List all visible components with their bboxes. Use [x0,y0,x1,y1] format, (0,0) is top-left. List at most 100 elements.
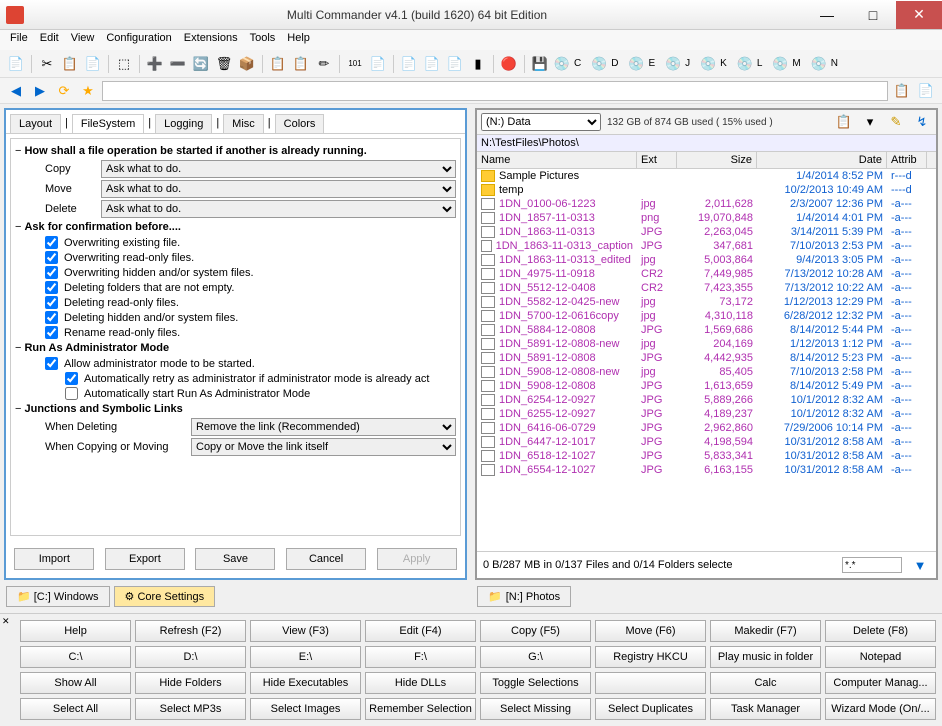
chk-admin-retry[interactable] [65,372,78,385]
binary-icon[interactable]: 101 [345,54,365,74]
file-row[interactable]: 1DN_1863-11-0313JPG2,263,0453/14/2011 5:… [477,225,936,239]
apply-button[interactable]: Apply [377,548,457,570]
forward-icon[interactable]: ▶ [30,81,50,101]
tool5-icon[interactable]: ▮ [468,54,488,74]
chk-confirm-5[interactable] [45,311,58,324]
file-row[interactable]: 1DN_6255-12-0927JPG4,189,23710/1/2012 8:… [477,407,936,421]
select-icon[interactable]: ⬚ [114,54,134,74]
cmd-button[interactable]: D:\ [135,646,246,668]
history-icon[interactable]: ⟳ [54,81,74,101]
drive-list-icon[interactable]: 💾 [530,54,550,74]
drive-E-icon[interactable]: 💿 [626,54,646,74]
refresh-icon[interactable]: 🔄 [191,54,211,74]
tab-colors[interactable]: Colors [275,114,325,133]
file-row[interactable]: 1DN_5884-12-0808JPG1,569,6868/14/2012 5:… [477,323,936,337]
drive-select[interactable]: (N:) Data [481,113,601,131]
cmd-button[interactable]: Copy (F5) [480,620,591,642]
menu-edit[interactable]: Edit [40,32,59,48]
cmd-button[interactable]: Select All [20,698,131,720]
refresh-pane-icon[interactable]: ↯ [912,112,932,132]
cmd-button[interactable]: F:\ [365,646,476,668]
op-select-1[interactable]: Ask what to do. [101,180,456,198]
chk-admin-auto[interactable] [65,387,78,400]
maximize-button[interactable]: □ [850,1,896,29]
cmd-button[interactable]: Select Images [250,698,361,720]
col-attr[interactable]: Attrib [887,152,927,168]
cmd-button[interactable]: Refresh (F2) [135,620,246,642]
drive-M-icon[interactable]: 💿 [770,54,790,74]
filter-input[interactable] [842,557,902,573]
file-row[interactable]: 1DN_1863-11-0313_captionJPG347,6817/10/2… [477,239,936,253]
menu-help[interactable]: Help [287,32,310,48]
export-button[interactable]: Export [105,548,185,570]
tool1-icon[interactable]: 📄 [368,54,388,74]
cmd-button[interactable]: Notepad [825,646,936,668]
close-button[interactable]: ✕ [896,1,942,29]
menu-view[interactable]: View [71,32,95,48]
file-row[interactable]: 1DN_1863-11-0313_editedjpg5,003,8649/4/2… [477,253,936,267]
tab-layout[interactable]: Layout [10,114,61,133]
chk-admin-allow[interactable] [45,357,58,370]
chk-confirm-6[interactable] [45,326,58,339]
move-op-icon[interactable]: 📋 [291,54,311,74]
file-row[interactable]: 1DN_6554-12-1027JPG6,163,15510/31/2012 8… [477,463,936,477]
drive-D-icon[interactable]: 💿 [589,54,609,74]
cmd-button[interactable]: Hide Folders [135,672,246,694]
tool3-icon[interactable]: 📄 [422,54,442,74]
tab-filesystem[interactable]: FileSystem [72,114,144,133]
tool2-icon[interactable]: 📄 [399,54,419,74]
file-row[interactable]: 1DN_5908-12-0808-newjpg85,4057/10/2013 2… [477,365,936,379]
op-select-0[interactable]: Ask what to do. [101,160,456,178]
drive-J-icon[interactable]: 💿 [663,54,683,74]
file-row[interactable]: 1DN_4975-11-0918CR27,449,9857/13/2012 10… [477,267,936,281]
chk-confirm-3[interactable] [45,281,58,294]
chk-confirm-0[interactable] [45,236,58,249]
filter-icon[interactable]: ▼ [910,555,930,575]
delete-icon[interactable]: 🗑 [214,54,234,74]
menu-tools[interactable]: Tools [250,32,276,48]
tool4-icon[interactable]: 📄 [445,54,465,74]
cmd-button[interactable]: Hide Executables [250,672,361,694]
cmd-button[interactable]: View (F3) [250,620,361,642]
cmd-button[interactable]: Registry HKCU [595,646,706,668]
cmd-button[interactable]: E:\ [250,646,361,668]
file-row[interactable]: 1DN_5512-12-0408CR27,423,3557/13/2012 10… [477,281,936,295]
file-row[interactable]: 1DN_6254-12-0927JPG5,889,26610/1/2012 8:… [477,393,936,407]
edit-icon[interactable]: ✏ [314,54,334,74]
cancel-button[interactable]: Cancel [286,548,366,570]
path-bar[interactable]: N:\TestFiles\Photos\ [477,135,936,152]
file-row[interactable]: 1DN_5700-12-0616copyjpg4,310,1186/28/201… [477,309,936,323]
cmd-button[interactable]: Select Duplicates [595,698,706,720]
copy-icon[interactable]: 📋 [60,54,80,74]
op-select-2[interactable]: Ask what to do. [101,200,456,218]
file-row[interactable]: Sample Pictures1/4/2014 8:52 PMr---d [477,169,936,183]
cmd-button[interactable]: Computer Manag... [825,672,936,694]
remove-icon[interactable]: ➖ [168,54,188,74]
tab-misc[interactable]: Misc [223,114,264,133]
drive-C-icon[interactable]: 💿 [552,54,572,74]
cmd-button[interactable] [595,672,706,694]
panetab[interactable]: 📁 [C:] Windows [6,586,110,607]
cut-icon[interactable]: ✂ [37,54,57,74]
chk-confirm-1[interactable] [45,251,58,264]
color-icon[interactable]: 🔴 [499,54,519,74]
chk-confirm-4[interactable] [45,296,58,309]
cmd-button[interactable]: Hide DLLs [365,672,476,694]
cmd-button[interactable]: Wizard Mode (On/... [825,698,936,720]
file-row[interactable]: 1DN_5891-12-0808-newjpg204,1691/12/2013 … [477,337,936,351]
col-size[interactable]: Size [677,152,757,168]
close-btngrid-icon[interactable]: ✕ [2,616,10,627]
file-row[interactable]: 1DN_6416-06-0729JPG2,962,8607/29/2006 10… [477,421,936,435]
cmd-button[interactable]: Delete (F8) [825,620,936,642]
file-row[interactable]: 1DN_6447-12-1017JPG4,198,59410/31/2012 8… [477,435,936,449]
add-icon[interactable]: ➕ [145,54,165,74]
go-icon[interactable]: 📋 [892,81,912,101]
pack-icon[interactable]: 📦 [237,54,257,74]
file-row[interactable]: 1DN_0100-06-1223jpg2,011,6282/3/2007 12:… [477,197,936,211]
copy-op-icon[interactable]: 📋 [268,54,288,74]
save-button[interactable]: Save [195,548,275,570]
drive-N-icon[interactable]: 💿 [809,54,829,74]
import-button[interactable]: Import [14,548,94,570]
copy-path-icon[interactable]: 📋 [834,112,854,132]
back-icon[interactable]: ◀ [6,81,26,101]
